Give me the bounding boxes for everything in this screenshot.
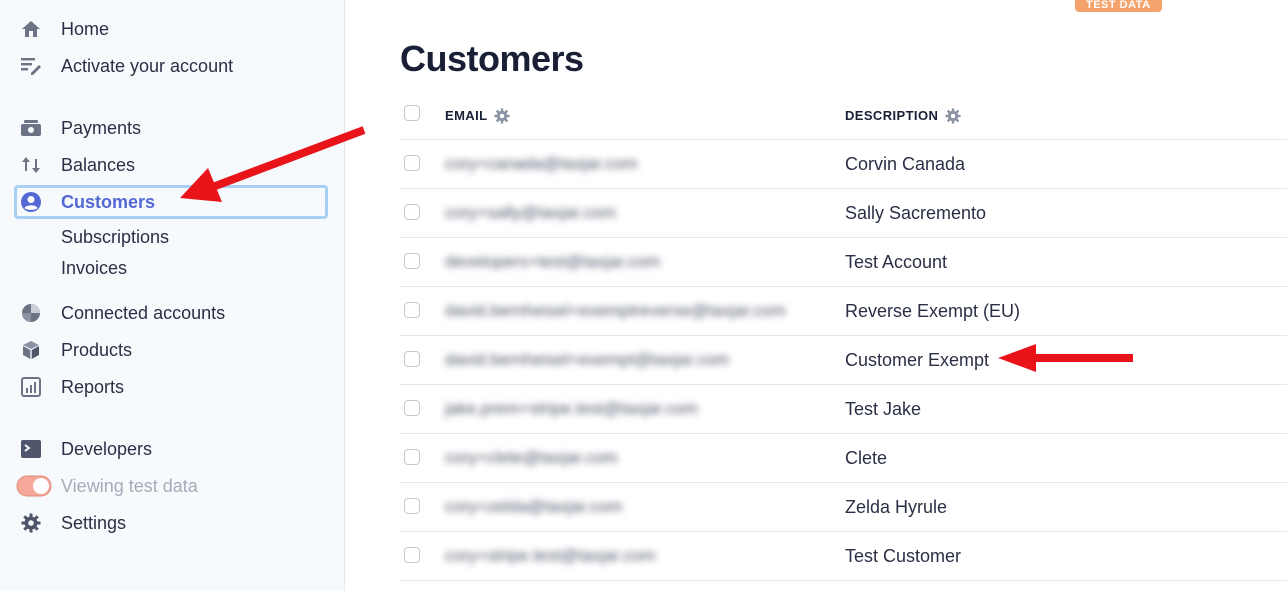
customer-description: Sally Sacremento: [845, 202, 987, 223]
row-checkbox[interactable]: [404, 547, 420, 563]
email-column-header[interactable]: EMAIL: [445, 107, 511, 124]
table-row[interactable]: cory+canada@taxjar.com Corvin Canada: [399, 140, 1287, 189]
customer-email: jake.prem+stripe.test@taxjar.com: [445, 399, 698, 418]
row-checkbox[interactable]: [404, 204, 420, 220]
reports-icon: [20, 376, 42, 398]
sidebar-item-label: Viewing test data: [61, 475, 198, 496]
table-row[interactable]: cory+sally@taxjar.com Sally Sacremento: [399, 189, 1287, 238]
customer-description: Corvin Canada: [845, 153, 966, 174]
sidebar-item-label: Subscriptions: [61, 226, 170, 247]
customer-email: developers+test@taxjar.com: [445, 252, 661, 271]
sidebar-item-label: Home: [61, 18, 110, 39]
sidebar-item-label: Settings: [61, 512, 127, 533]
customer-email: cory+stripe.test@taxjar.com: [445, 546, 656, 565]
main-content: TEST DATA Customers EMAIL DESCRIPTION co…: [346, 0, 1287, 591]
sidebar-item-label: Activate your account: [61, 55, 234, 76]
sidebar-item-home[interactable]: Home: [14, 12, 328, 46]
customer-email: cory+zelda@taxjar.com: [445, 497, 623, 516]
customer-description: Test Jake: [845, 398, 922, 419]
sidebar-item-label: Balances: [61, 154, 136, 175]
row-checkbox[interactable]: [404, 449, 420, 465]
test-data-badge: TEST DATA: [1075, 0, 1162, 12]
sidebar-item-products[interactable]: Products: [14, 333, 328, 367]
sidebar-item-developers[interactable]: Developers: [14, 432, 328, 466]
gear-icon[interactable]: [945, 107, 961, 124]
home-icon: [20, 18, 42, 40]
table-row[interactable]: cory+clete@taxjar.com Clete: [399, 434, 1287, 483]
connected-accounts-icon: [20, 302, 42, 324]
products-icon: [20, 339, 42, 361]
row-checkbox[interactable]: [404, 302, 420, 318]
edit-list-icon: [20, 55, 42, 77]
customer-description: Customer Exempt: [845, 349, 990, 370]
customer-email: david.bernheisel+exempt@taxjar.com: [445, 350, 730, 369]
sidebar-item-customers[interactable]: Customers: [14, 185, 328, 219]
sidebar-item-subscriptions[interactable]: Subscriptions: [14, 220, 328, 254]
customer-description: Test Customer: [845, 545, 962, 566]
table-header: EMAIL DESCRIPTION: [399, 92, 1287, 140]
sidebar-item-viewing-test-data[interactable]: Viewing test data: [14, 469, 328, 503]
table-row[interactable]: david.bernheisel+exemptreverse@taxjar.co…: [399, 287, 1287, 336]
sidebar-item-label: Invoices: [61, 257, 128, 278]
balances-icon: [20, 154, 42, 176]
sidebar-item-activate-account[interactable]: Activate your account: [14, 49, 328, 83]
sidebar-item-label: Developers: [61, 438, 153, 459]
gear-icon[interactable]: [494, 107, 511, 124]
table-row[interactable]: developers+test@taxjar.com Test Account: [399, 238, 1287, 287]
sidebar-item-reports[interactable]: Reports: [14, 370, 328, 404]
select-all-checkbox[interactable]: [404, 105, 420, 121]
row-checkbox[interactable]: [404, 351, 420, 367]
table-row[interactable]: cory+zelda@taxjar.com Zelda Hyrule: [399, 483, 1287, 532]
page-title: Customers: [400, 38, 584, 79]
table-row[interactable]: david.bernheisel+exempt@taxjar.com Custo…: [399, 336, 1287, 385]
sidebar-item-payments[interactable]: Payments: [14, 111, 328, 145]
toggle-icon[interactable]: [16, 475, 52, 497]
customer-email: cory+sally@taxjar.com: [445, 203, 616, 222]
description-column-header[interactable]: DESCRIPTION: [845, 107, 961, 124]
row-checkbox[interactable]: [404, 498, 420, 514]
customers-table: EMAIL DESCRIPTION cory+canada@taxjar.com…: [399, 92, 1287, 581]
customer-description: Reverse Exempt (EU): [845, 300, 1021, 321]
customer-email: david.bernheisel+exemptreverse@taxjar.co…: [445, 301, 786, 320]
sidebar-item-label: Products: [61, 339, 133, 360]
sidebar-item-settings[interactable]: Settings: [14, 506, 328, 540]
table-row[interactable]: cory+stripe.test@taxjar.com Test Custome…: [399, 532, 1287, 581]
sidebar-item-label: Reports: [61, 376, 125, 397]
terminal-icon: [20, 438, 42, 460]
payments-icon: [20, 117, 42, 139]
sidebar-item-label: Customers: [61, 191, 156, 212]
sidebar: Home Activate your account Payments Bala…: [0, 0, 345, 591]
row-checkbox[interactable]: [404, 253, 420, 269]
customer-description: Zelda Hyrule: [845, 496, 948, 517]
sidebar-item-label: Payments: [61, 117, 142, 138]
sidebar-item-invoices[interactable]: Invoices: [14, 251, 328, 285]
sidebar-item-balances[interactable]: Balances: [14, 148, 328, 182]
row-checkbox[interactable]: [404, 400, 420, 416]
customer-email: cory+clete@taxjar.com: [445, 448, 618, 467]
table-row[interactable]: jake.prem+stripe.test@taxjar.com Test Ja…: [399, 385, 1287, 434]
customer-email: cory+canada@taxjar.com: [445, 154, 638, 173]
customers-icon: [20, 191, 42, 213]
customer-description: Test Account: [845, 251, 948, 272]
customer-description: Clete: [845, 447, 888, 468]
row-checkbox[interactable]: [404, 155, 420, 171]
email-column-label: EMAIL: [445, 108, 488, 123]
sidebar-item-connected-accounts[interactable]: Connected accounts: [14, 296, 328, 330]
description-column-label: DESCRIPTION: [845, 108, 939, 123]
gear-icon: [20, 512, 42, 534]
sidebar-item-label: Connected accounts: [61, 302, 226, 323]
